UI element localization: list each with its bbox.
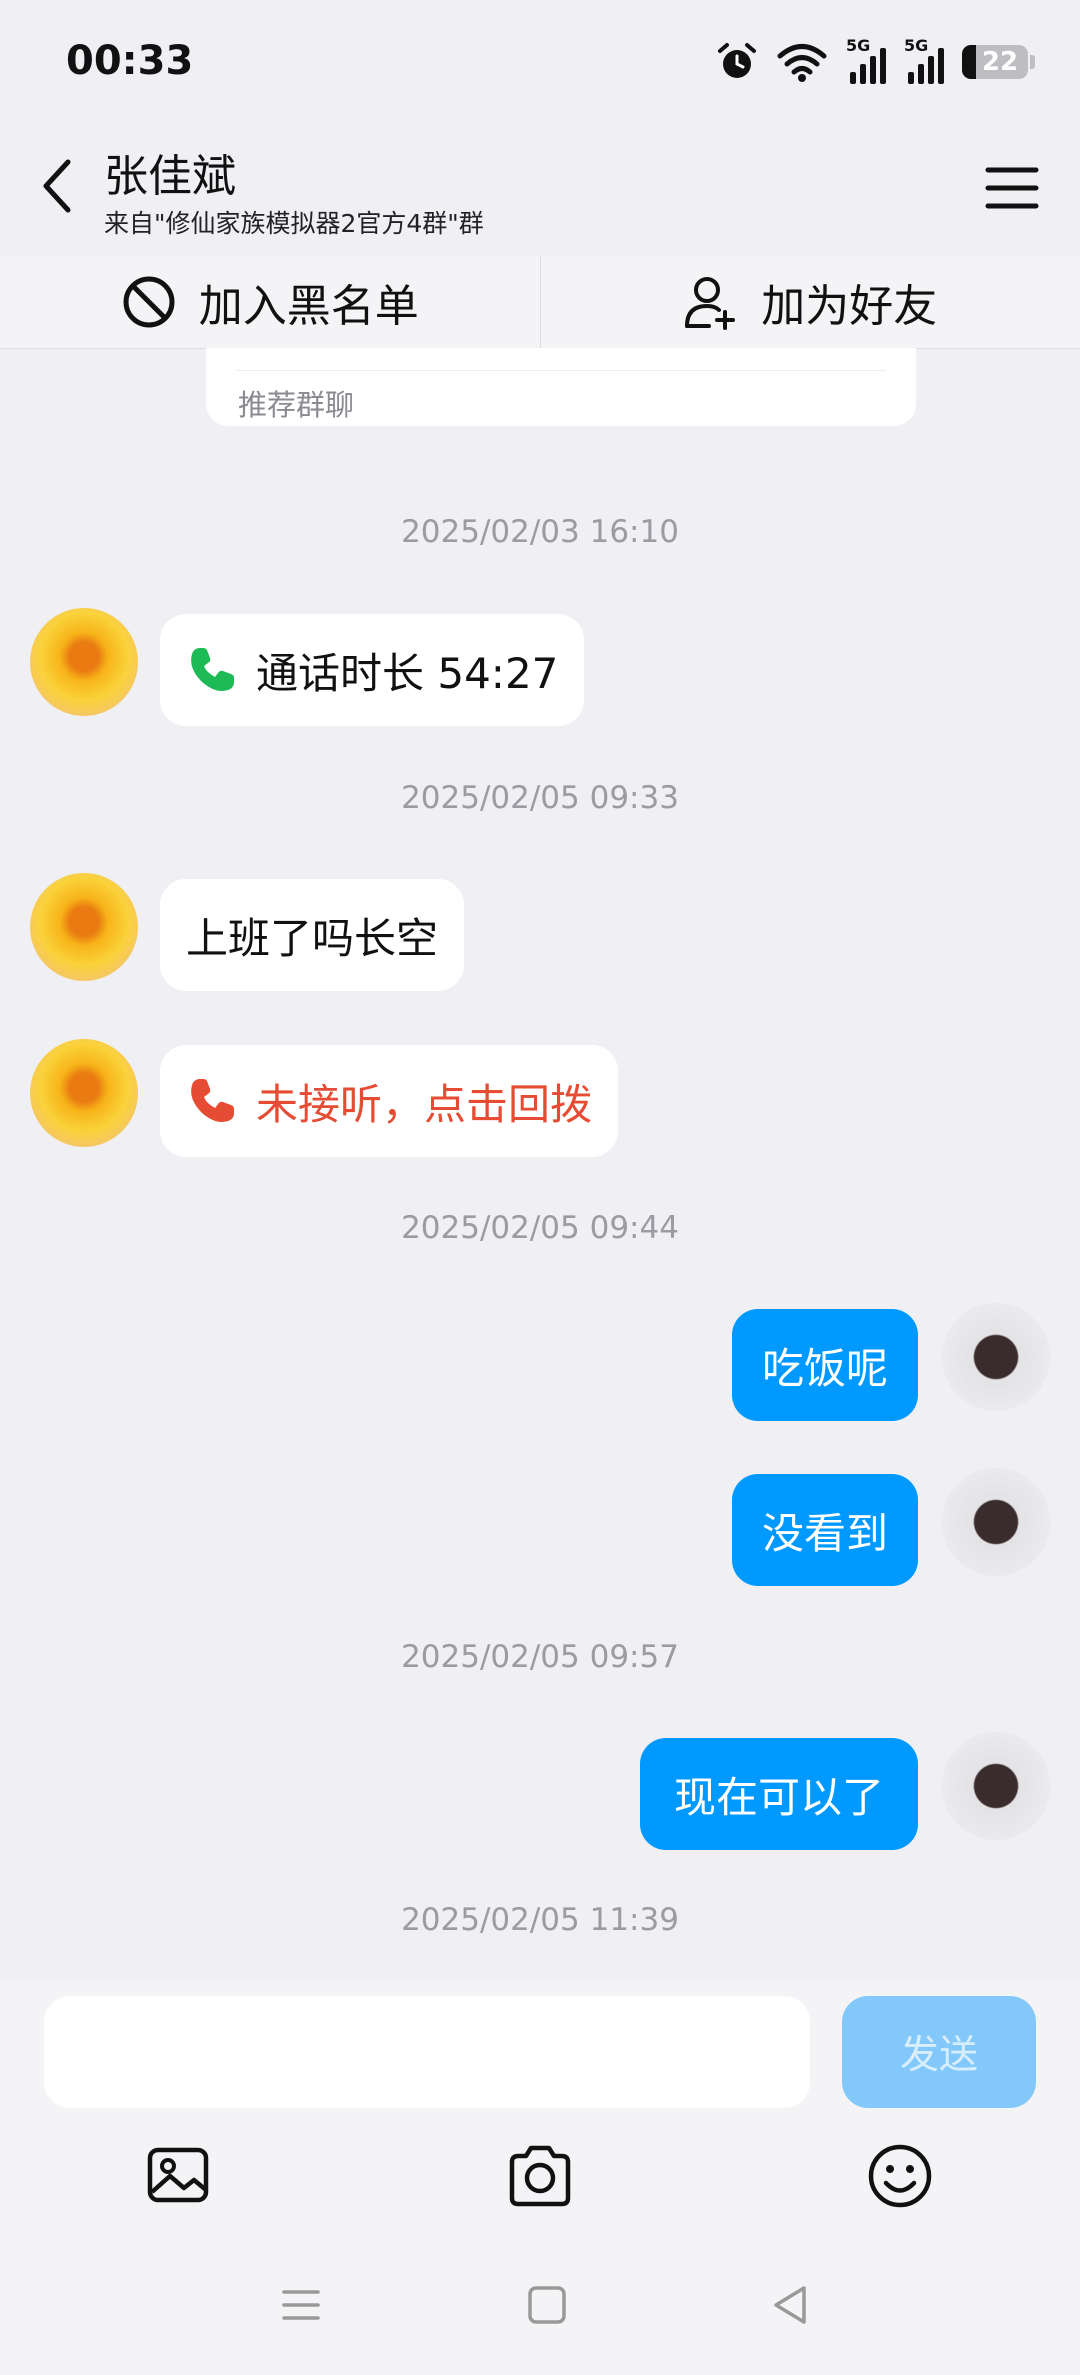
- my-avatar[interactable]: [942, 1468, 1050, 1576]
- message-bubble[interactable]: 上班了吗长空: [160, 879, 465, 991]
- message-text: 吃饭呢: [761, 1343, 888, 1393]
- recommend-group-label: 推荐群聊: [238, 388, 355, 422]
- signal-icon: 5G: [846, 36, 886, 84]
- my-avatar[interactable]: [942, 1732, 1050, 1840]
- back-nav-icon[interactable]: [766, 2280, 816, 2330]
- signal-label: 5G: [904, 36, 929, 55]
- alarm-icon: [718, 43, 756, 78]
- contact-source: 来自"修仙家族模拟器2官方4群"群: [104, 209, 484, 238]
- status-icons: 5G 5G 22: [716, 36, 1035, 88]
- camera-icon[interactable]: [504, 2140, 576, 2212]
- back-button[interactable]: [30, 150, 86, 222]
- timestamp: 2025/02/05 11:39: [401, 1902, 679, 1938]
- battery-icon: 22: [962, 45, 1035, 79]
- message-input[interactable]: [44, 1996, 810, 2108]
- phone-icon: [191, 648, 234, 691]
- timestamp: 2025/02/05 09:33: [401, 780, 679, 816]
- my-message-bubble[interactable]: 没看到: [732, 1474, 918, 1586]
- status-time: 00:33: [66, 38, 194, 84]
- call-record-bubble[interactable]: 通话时长 54:27: [160, 614, 585, 726]
- chevron-left-icon: [43, 159, 71, 213]
- contact-avatar[interactable]: [30, 873, 138, 981]
- timestamp: 2025/02/05 09:57: [401, 1639, 679, 1675]
- missed-call-icon: [191, 1079, 234, 1122]
- message-text: 上班了吗长空: [186, 913, 439, 963]
- timestamp: 2025/02/05 09:44: [401, 1210, 679, 1246]
- contact-avatar[interactable]: [30, 608, 138, 716]
- call-duration-text: 通话时长 54:27: [256, 648, 559, 698]
- image-icon[interactable]: [144, 2140, 216, 2212]
- missed-call-text: 未接听，点击回拨: [256, 1079, 593, 1129]
- block-icon: [123, 276, 175, 328]
- home-icon[interactable]: [522, 2280, 572, 2330]
- signal-label: 5G: [846, 36, 871, 55]
- timestamp: 2025/02/03 16:10: [401, 514, 679, 550]
- contact-name: 张佳斌: [104, 151, 236, 202]
- action-bar: 加入黑名单 加为好友: [0, 256, 1080, 349]
- add-friend-button[interactable]: 加为好友: [541, 256, 1080, 348]
- signal-icon: 5G: [904, 36, 944, 84]
- my-avatar[interactable]: [942, 1303, 1050, 1411]
- message-text: 现在可以了: [673, 1772, 884, 1822]
- menu-icon: [985, 167, 1039, 209]
- contact-avatar[interactable]: [30, 1039, 138, 1147]
- add-to-blacklist-button[interactable]: 加入黑名单: [0, 256, 540, 348]
- wifi-icon: [777, 44, 827, 82]
- my-message-bubble[interactable]: 吃饭呢: [732, 1309, 918, 1421]
- blacklist-label: 加入黑名单: [198, 281, 419, 332]
- send-button[interactable]: 发送: [842, 1996, 1036, 2108]
- missed-call-bubble[interactable]: 未接听，点击回拨: [160, 1045, 619, 1157]
- emoji-icon[interactable]: [864, 2140, 936, 2212]
- add-user-icon: [685, 277, 736, 330]
- menu-button[interactable]: [980, 160, 1044, 216]
- my-message-bubble[interactable]: 现在可以了: [640, 1738, 918, 1850]
- message-text: 没看到: [761, 1508, 888, 1558]
- battery-level: 22: [981, 47, 1019, 77]
- add-friend-label: 加为好友: [761, 281, 938, 332]
- recent-apps-icon[interactable]: [276, 2280, 326, 2330]
- recommend-group-card[interactable]: 推荐群聊: [206, 348, 916, 426]
